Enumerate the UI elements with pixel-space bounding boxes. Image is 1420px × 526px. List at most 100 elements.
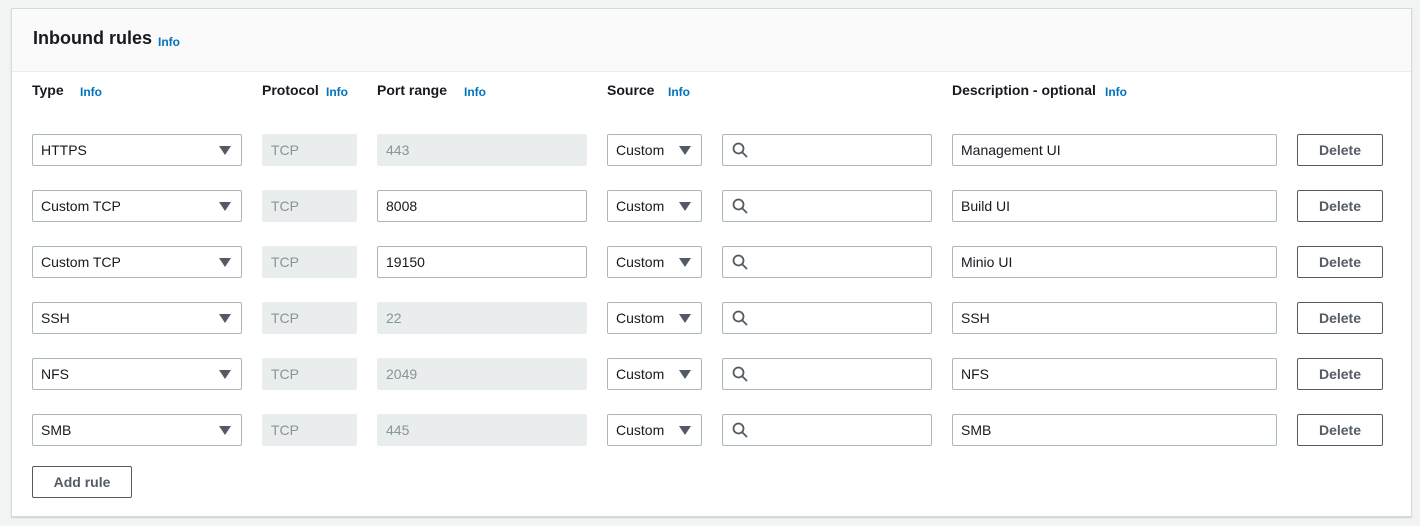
rule-source-select[interactable]: Custom: [607, 190, 702, 222]
rule-port-value: 22: [386, 310, 402, 326]
description-info-link[interactable]: Info: [1105, 85, 1127, 99]
rule-port-range-input: 22: [377, 302, 587, 334]
rule-description-input[interactable]: Management UI: [952, 134, 1277, 166]
delete-rule-button[interactable]: Delete: [1297, 358, 1383, 390]
chevron-down-icon: [219, 146, 231, 155]
search-icon: [732, 310, 748, 326]
rule-port-range-input[interactable]: 19150: [377, 246, 587, 278]
rule-protocol-value: TCP: [271, 310, 299, 326]
rule-type-value: HTTPS: [41, 142, 87, 158]
rule-protocol-value: TCP: [271, 366, 299, 382]
chevron-down-icon: [219, 370, 231, 379]
rule-type-select[interactable]: NFS: [32, 358, 242, 390]
rule-type-value: Custom TCP: [41, 198, 121, 214]
rule-port-value: 443: [386, 142, 410, 158]
rule-type-value: SSH: [41, 310, 70, 326]
delete-rule-button[interactable]: Delete: [1297, 246, 1383, 278]
rule-port-range-input[interactable]: 8008: [377, 190, 587, 222]
rule-description-value: SMB: [961, 422, 992, 438]
chevron-down-icon: [679, 258, 691, 267]
rule-port-range-input: 443: [377, 134, 587, 166]
delete-rule-button[interactable]: Delete: [1297, 302, 1383, 334]
rule-port-range-input: 445: [377, 414, 587, 446]
rule-port-range-input: 2049: [377, 358, 587, 390]
rule-source-value: Custom: [616, 142, 665, 158]
chevron-down-icon: [679, 314, 691, 323]
type-info-link[interactable]: Info: [80, 85, 102, 99]
chevron-down-icon: [679, 426, 691, 435]
delete-rule-button[interactable]: Delete: [1297, 190, 1383, 222]
source-info-link[interactable]: Info: [668, 85, 690, 99]
rule-port-value: 8008: [386, 198, 418, 214]
rule-source-value: Custom: [616, 310, 665, 326]
panel-header: Inbound rules Info: [12, 9, 1411, 72]
rule-protocol-field: TCP: [262, 414, 357, 446]
search-icon: [732, 254, 748, 270]
rule-cidr-search-input[interactable]: [722, 302, 932, 334]
rule-cidr-search-input[interactable]: [722, 246, 932, 278]
chevron-down-icon: [219, 202, 231, 211]
search-icon: [732, 422, 748, 438]
delete-rule-button[interactable]: Delete: [1297, 134, 1383, 166]
rule-protocol-value: TCP: [271, 142, 299, 158]
chevron-down-icon: [219, 258, 231, 267]
delete-rule-button[interactable]: Delete: [1297, 414, 1383, 446]
search-icon: [732, 198, 748, 214]
rule-source-select[interactable]: Custom: [607, 246, 702, 278]
column-header-source: Source: [607, 82, 655, 98]
rule-source-value: Custom: [616, 422, 665, 438]
rule-source-value: Custom: [616, 254, 665, 270]
column-header-protocol: Protocol: [262, 82, 319, 98]
rule-protocol-value: TCP: [271, 254, 299, 270]
rule-protocol-field: TCP: [262, 134, 357, 166]
rule-description-input[interactable]: Build UI: [952, 190, 1277, 222]
panel-title: Inbound rules: [33, 28, 152, 48]
rule-protocol-field: TCP: [262, 190, 357, 222]
chevron-down-icon: [679, 146, 691, 155]
rule-type-value: NFS: [41, 366, 69, 382]
column-header-port-range: Port range: [377, 82, 448, 98]
rule-cidr-search-input[interactable]: [722, 134, 932, 166]
port-range-info-link[interactable]: Info: [464, 85, 486, 99]
rule-type-select[interactable]: Custom TCP: [32, 190, 242, 222]
rule-source-value: Custom: [616, 198, 665, 214]
chevron-down-icon: [219, 314, 231, 323]
search-icon: [732, 366, 748, 382]
search-icon: [732, 142, 748, 158]
rule-description-input[interactable]: Minio UI: [952, 246, 1277, 278]
rule-type-select[interactable]: HTTPS: [32, 134, 242, 166]
column-header-description: Description - optional: [952, 82, 1096, 98]
rule-source-value: Custom: [616, 366, 665, 382]
rule-port-value: 445: [386, 422, 410, 438]
chevron-down-icon: [679, 370, 691, 379]
title-info-link[interactable]: Info: [158, 35, 180, 49]
rule-description-input[interactable]: NFS: [952, 358, 1277, 390]
rule-description-value: Minio UI: [961, 254, 1013, 270]
rule-protocol-value: TCP: [271, 422, 299, 438]
rule-description-value: Management UI: [961, 142, 1061, 158]
rule-type-select[interactable]: SSH: [32, 302, 242, 334]
rule-description-input[interactable]: SSH: [952, 302, 1277, 334]
rule-port-value: 2049: [386, 366, 418, 382]
rule-type-value: Custom TCP: [41, 254, 121, 270]
chevron-down-icon: [679, 202, 691, 211]
rule-port-value: 19150: [386, 254, 425, 270]
rule-cidr-search-input[interactable]: [722, 358, 932, 390]
rule-description-value: NFS: [961, 366, 989, 382]
rule-source-select[interactable]: Custom: [607, 302, 702, 334]
rule-cidr-search-input[interactable]: [722, 190, 932, 222]
protocol-info-link[interactable]: Info: [326, 85, 348, 99]
rule-description-input[interactable]: SMB: [952, 414, 1277, 446]
rule-source-select[interactable]: Custom: [607, 358, 702, 390]
rule-type-value: SMB: [41, 422, 72, 438]
rule-description-value: SSH: [961, 310, 990, 326]
add-rule-button[interactable]: Add rule: [32, 466, 132, 498]
rule-type-select[interactable]: SMB: [32, 414, 242, 446]
chevron-down-icon: [219, 426, 231, 435]
rule-source-select[interactable]: Custom: [607, 134, 702, 166]
rule-protocol-field: TCP: [262, 246, 357, 278]
rule-cidr-search-input[interactable]: [722, 414, 932, 446]
rule-source-select[interactable]: Custom: [607, 414, 702, 446]
rule-type-select[interactable]: Custom TCP: [32, 246, 242, 278]
column-header-type: Type: [32, 82, 64, 98]
